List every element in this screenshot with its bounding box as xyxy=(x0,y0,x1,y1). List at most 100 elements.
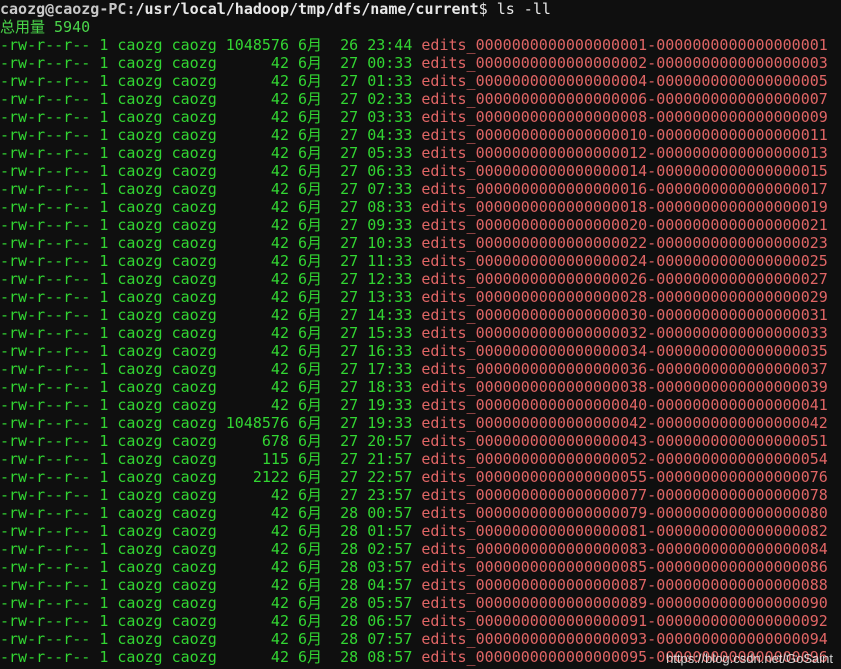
row-filename: edits_0000000000000000089-00000000000000… xyxy=(421,594,828,612)
row-size: 42 xyxy=(225,342,289,360)
row-time: 02:33 xyxy=(367,90,413,108)
row-perm: -rw-r--r-- xyxy=(0,630,91,648)
row-month: 6月 xyxy=(298,432,323,450)
row-day: 27 xyxy=(331,306,359,324)
listing-row: -rw-r--r-- 1 caozg caozg 2122 6月 27 22:5… xyxy=(0,468,841,486)
row-owner: caozg xyxy=(117,162,163,180)
row-time: 09:33 xyxy=(367,216,413,234)
row-owner: caozg xyxy=(117,198,163,216)
row-day: 27 xyxy=(331,324,359,342)
row-time: 01:33 xyxy=(367,72,413,90)
row-group: caozg xyxy=(171,54,217,72)
row-time: 12:33 xyxy=(367,270,413,288)
row-group: caozg xyxy=(171,486,217,504)
row-filename: edits_0000000000000000052-00000000000000… xyxy=(421,450,828,468)
row-links: 1 xyxy=(99,612,109,630)
row-day: 27 xyxy=(331,162,359,180)
row-day: 27 xyxy=(331,54,359,72)
listing-row: -rw-r--r-- 1 caozg caozg 42 6月 27 09:33 … xyxy=(0,216,841,234)
row-size: 42 xyxy=(225,54,289,72)
row-filename: edits_0000000000000000006-00000000000000… xyxy=(421,90,828,108)
row-filename: edits_0000000000000000032-00000000000000… xyxy=(421,324,828,342)
row-month: 6月 xyxy=(298,414,323,432)
row-time: 03:33 xyxy=(367,108,413,126)
row-day: 26 xyxy=(331,36,359,54)
row-links: 1 xyxy=(99,468,109,486)
listing-row: -rw-r--r-- 1 caozg caozg 1048576 6月 27 1… xyxy=(0,414,841,432)
row-links: 1 xyxy=(99,594,109,612)
row-size: 42 xyxy=(225,324,289,342)
row-perm: -rw-r--r-- xyxy=(0,594,91,612)
row-owner: caozg xyxy=(117,252,163,270)
row-perm: -rw-r--r-- xyxy=(0,522,91,540)
row-size: 42 xyxy=(225,558,289,576)
row-day: 27 xyxy=(331,414,359,432)
row-size: 1048576 xyxy=(225,36,289,54)
row-owner: caozg xyxy=(117,144,163,162)
row-group: caozg xyxy=(171,396,217,414)
listing-row: -rw-r--r-- 1 caozg caozg 42 6月 27 18:33 … xyxy=(0,378,841,396)
row-owner: caozg xyxy=(117,630,163,648)
row-group: caozg xyxy=(171,360,217,378)
row-group: caozg xyxy=(171,414,217,432)
row-time: 10:33 xyxy=(367,234,413,252)
row-perm: -rw-r--r-- xyxy=(0,144,91,162)
row-day: 27 xyxy=(331,252,359,270)
row-group: caozg xyxy=(171,558,217,576)
row-owner: caozg xyxy=(117,522,163,540)
row-group: caozg xyxy=(171,180,217,198)
row-filename: edits_0000000000000000083-00000000000000… xyxy=(421,540,828,558)
listing-row: -rw-r--r-- 1 caozg caozg 42 6月 27 00:33 … xyxy=(0,54,841,72)
row-time: 04:57 xyxy=(367,576,413,594)
row-month: 6月 xyxy=(298,342,323,360)
row-perm: -rw-r--r-- xyxy=(0,162,91,180)
row-owner: caozg xyxy=(117,468,163,486)
row-links: 1 xyxy=(99,108,109,126)
row-group: caozg xyxy=(171,630,217,648)
terminal-window[interactable]: caozg@caozg-PC:/usr/local/hadoop/tmp/dfs… xyxy=(0,0,841,669)
row-month: 6月 xyxy=(298,306,323,324)
row-time: 20:57 xyxy=(367,432,413,450)
row-perm: -rw-r--r-- xyxy=(0,558,91,576)
row-links: 1 xyxy=(99,162,109,180)
listing-row: -rw-r--r-- 1 caozg caozg 42 6月 27 06:33 … xyxy=(0,162,841,180)
row-perm: -rw-r--r-- xyxy=(0,486,91,504)
row-owner: caozg xyxy=(117,216,163,234)
row-day: 28 xyxy=(331,558,359,576)
row-size: 42 xyxy=(225,108,289,126)
row-group: caozg xyxy=(171,36,217,54)
row-day: 27 xyxy=(331,450,359,468)
row-links: 1 xyxy=(99,216,109,234)
row-month: 6月 xyxy=(298,468,323,486)
command-text: ls -ll xyxy=(496,0,551,18)
row-filename: edits_0000000000000000085-00000000000000… xyxy=(421,558,828,576)
row-time: 15:33 xyxy=(367,324,413,342)
prompt-symbol: $ xyxy=(478,0,488,18)
listing-row: -rw-r--r-- 1 caozg caozg 42 6月 27 07:33 … xyxy=(0,180,841,198)
row-size: 42 xyxy=(225,180,289,198)
row-month: 6月 xyxy=(298,54,323,72)
row-size: 42 xyxy=(225,144,289,162)
row-size: 42 xyxy=(225,522,289,540)
listing-row: -rw-r--r-- 1 caozg caozg 42 6月 27 19:33 … xyxy=(0,396,841,414)
row-time: 23:57 xyxy=(367,486,413,504)
row-day: 27 xyxy=(331,360,359,378)
row-group: caozg xyxy=(171,522,217,540)
row-day: 27 xyxy=(331,234,359,252)
row-filename: edits_0000000000000000012-00000000000000… xyxy=(421,144,828,162)
row-filename: edits_0000000000000000024-00000000000000… xyxy=(421,252,828,270)
listing-row: -rw-r--r-- 1 caozg caozg 42 6月 27 04:33 … xyxy=(0,126,841,144)
row-filename: edits_0000000000000000002-00000000000000… xyxy=(421,54,828,72)
row-group: caozg xyxy=(171,306,217,324)
row-day: 27 xyxy=(331,396,359,414)
listing-row: -rw-r--r-- 1 caozg caozg 42 6月 27 16:33 … xyxy=(0,342,841,360)
row-group: caozg xyxy=(171,540,217,558)
row-month: 6月 xyxy=(298,162,323,180)
prompt-path: /usr/local/hadoop/tmp/dfs/name/current xyxy=(135,0,479,18)
row-filename: edits_0000000000000000020-00000000000000… xyxy=(421,216,828,234)
listing-row: -rw-r--r-- 1 caozg caozg 42 6月 27 02:33 … xyxy=(0,90,841,108)
row-time: 06:33 xyxy=(367,162,413,180)
row-owner: caozg xyxy=(117,558,163,576)
row-time: 19:33 xyxy=(367,396,413,414)
row-month: 6月 xyxy=(298,216,323,234)
